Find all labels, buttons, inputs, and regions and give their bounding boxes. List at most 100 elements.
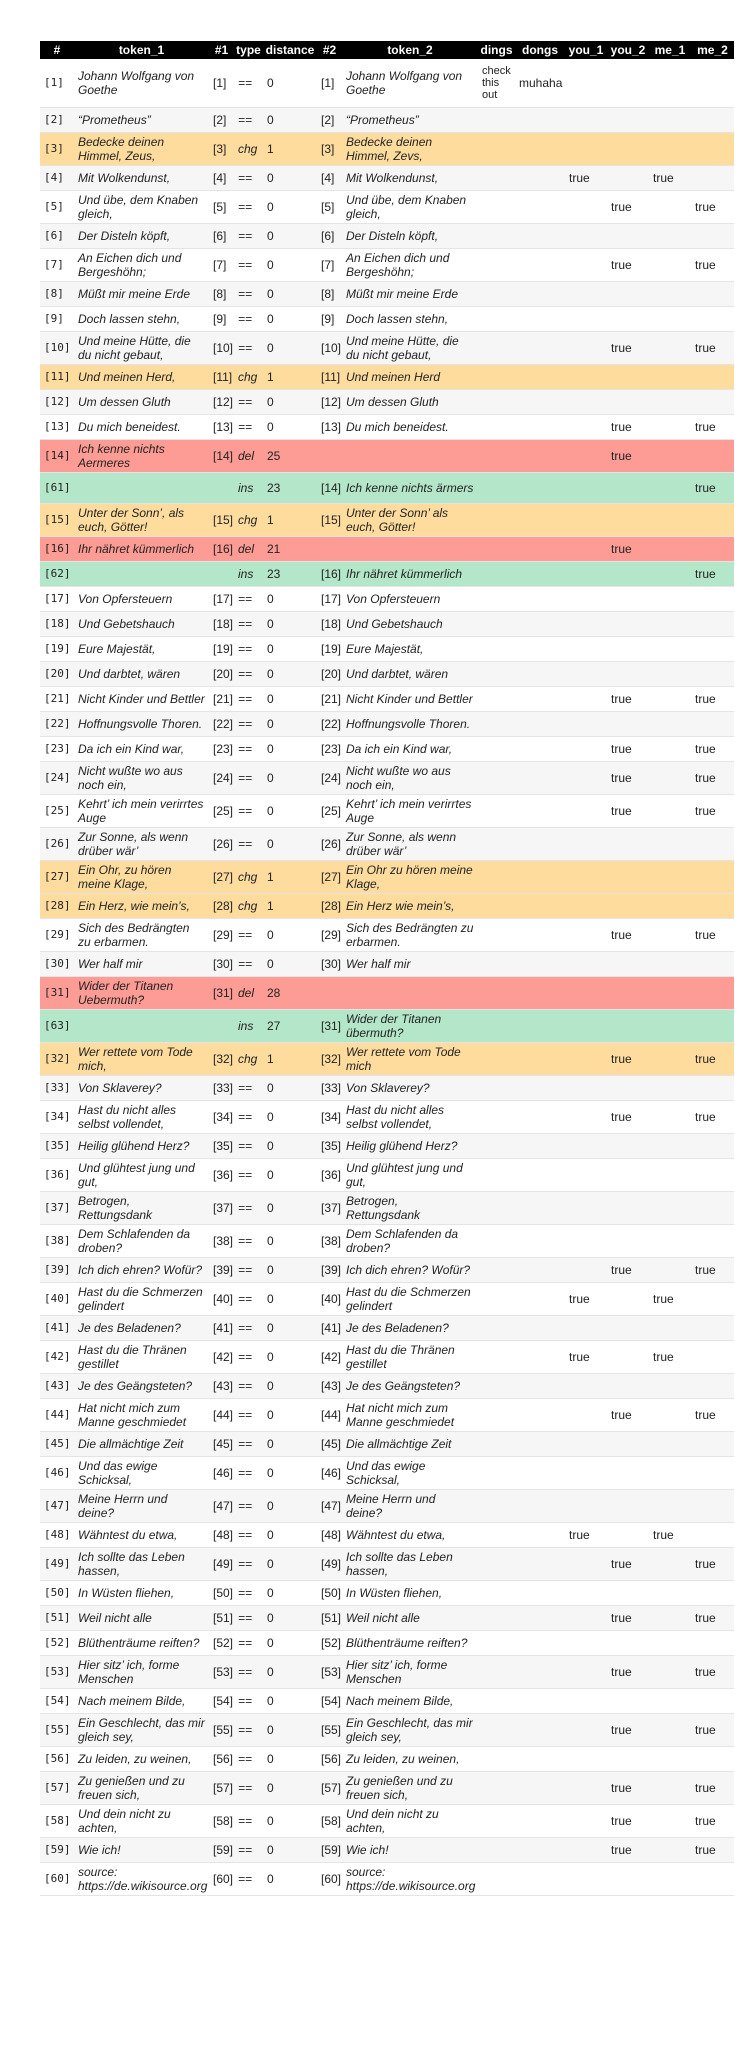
distance-cell: 0 [267,1813,274,1828]
dongs-cell [515,1522,565,1547]
row-index: [33] [44,1080,71,1094]
index-2-cell [317,976,342,1009]
dings-cell [478,1191,515,1224]
me-2-cell [691,1133,734,1158]
dings-cell [478,1398,515,1431]
you-1-cell [565,736,607,761]
distance-cell: 0 [267,1498,274,1513]
token-1-cell: Von Sklaverey? [78,1080,162,1095]
you-2-cell: true [611,1556,632,1571]
token-2-cell: Die allmächtige Zeit [346,1436,452,1451]
table-row: [55] Ein Geschlecht, das mir gleich sey, [… [40,1713,734,1746]
distance-cell: 1 [267,898,274,913]
you-1-cell [565,1862,607,1895]
me-2-cell [691,1580,734,1605]
you-2-cell [607,1340,649,1373]
dings-cell [478,439,515,472]
row-index: [35] [44,1138,71,1152]
me-2-cell: true [695,741,716,756]
distance-cell: 0 [267,1585,274,1600]
me-1-cell [649,190,691,223]
you-1-cell [565,389,607,414]
row-index: [6] [44,228,64,242]
me-1-cell [649,1191,691,1224]
token-2-cell: Und darbtet, wären [346,666,449,681]
you-1-cell [565,306,607,331]
token-1-cell: “Prometheus” [78,112,151,127]
token-2-cell: Ein Geschlecht, das mir gleich sey, [346,1715,473,1744]
index-1-cell [209,561,234,586]
you-1-cell [565,1688,607,1713]
row-index: [57] [44,1780,71,1794]
token-2-cell: Um dessen Gluth [346,394,439,409]
token-2-cell: Und glühtest jung und gut, [346,1160,463,1189]
row-index: [7] [44,257,64,271]
token-1-cell: An Eichen dich und Bergeshöhn; [78,250,182,279]
index-2-cell: [39] [321,1262,342,1277]
me-2-cell [691,636,734,661]
distance-cell: 21 [267,541,281,556]
index-2-cell: [44] [321,1407,342,1422]
token-1-cell: Ihr nähret kümmerlich [78,541,195,556]
you-2-cell [607,1522,649,1547]
you-2-cell [607,893,649,918]
index-1-cell: [9] [213,311,227,326]
dings-cell [478,165,515,190]
token-1-cell: Nicht Kinder und Bettler [78,691,205,706]
you-2-cell: true [611,1109,632,1124]
dings-cell [478,1804,515,1837]
you-1-cell [565,893,607,918]
dongs-cell [515,1075,565,1100]
you-2-cell: true [611,770,632,785]
me-2-cell [691,132,734,165]
dings-cell [478,132,515,165]
dongs-cell [515,586,565,611]
header-row: # token_1 #1 type distance #2 token_2 di… [40,41,734,59]
token-1-cell: source: https://de.wikisource.org [78,1864,208,1893]
distance-cell: 0 [267,311,274,326]
you-2-cell [607,1075,649,1100]
dongs-cell [515,439,565,472]
index-2-cell: [24] [321,770,342,785]
distance-cell: 0 [267,1080,274,1095]
me-2-cell: true [695,770,716,785]
me-2-cell [691,503,734,536]
me-2-cell: true [695,1051,716,1066]
index-2-cell: [58] [321,1813,342,1828]
token-2-cell: Wer half mir [346,956,411,971]
dings-cell [478,1009,515,1042]
dongs-cell [515,165,565,190]
type-cell: == [238,956,253,971]
token-1-cell: Bedecke deinen Himmel, Zeus, [78,134,165,163]
row-index: [45] [44,1436,71,1450]
index-2-cell: [56] [321,1751,342,1766]
distance-cell: 1 [267,512,274,527]
table-row: [6] Der Disteln köpft, [6] == 0 [6] Der Distel… [40,223,734,248]
distance-cell: 0 [267,1527,274,1542]
row-index: [11] [44,369,71,383]
index-2-cell: [49] [321,1556,342,1571]
you-1-cell [565,1456,607,1489]
dongs-cell [515,636,565,661]
you-2-cell: true [611,257,632,272]
type-cell: == [238,228,253,243]
you-2-cell [607,586,649,611]
dings-cell [478,951,515,976]
row-index: [28] [44,898,71,912]
me-2-cell [691,439,734,472]
me-1-cell [649,1771,691,1804]
me-2-cell [691,1746,734,1771]
dings-cell [478,1133,515,1158]
dongs-cell [515,794,565,827]
row-index: [30] [44,956,71,970]
table-row: [54] Nach meinem Bilde, [54] == 0 [54] Nach me… [40,1688,734,1713]
dings-cell [478,1489,515,1522]
dongs-cell [515,1630,565,1655]
dings-cell [478,827,515,860]
you-2-cell [607,1315,649,1340]
you-1-cell [565,1746,607,1771]
index-2-cell: [10] [321,340,342,355]
row-index: [18] [44,616,71,630]
me-1-cell [649,1009,691,1042]
token-1-cell: Hast du die Schmerzen gelindert [78,1284,203,1313]
